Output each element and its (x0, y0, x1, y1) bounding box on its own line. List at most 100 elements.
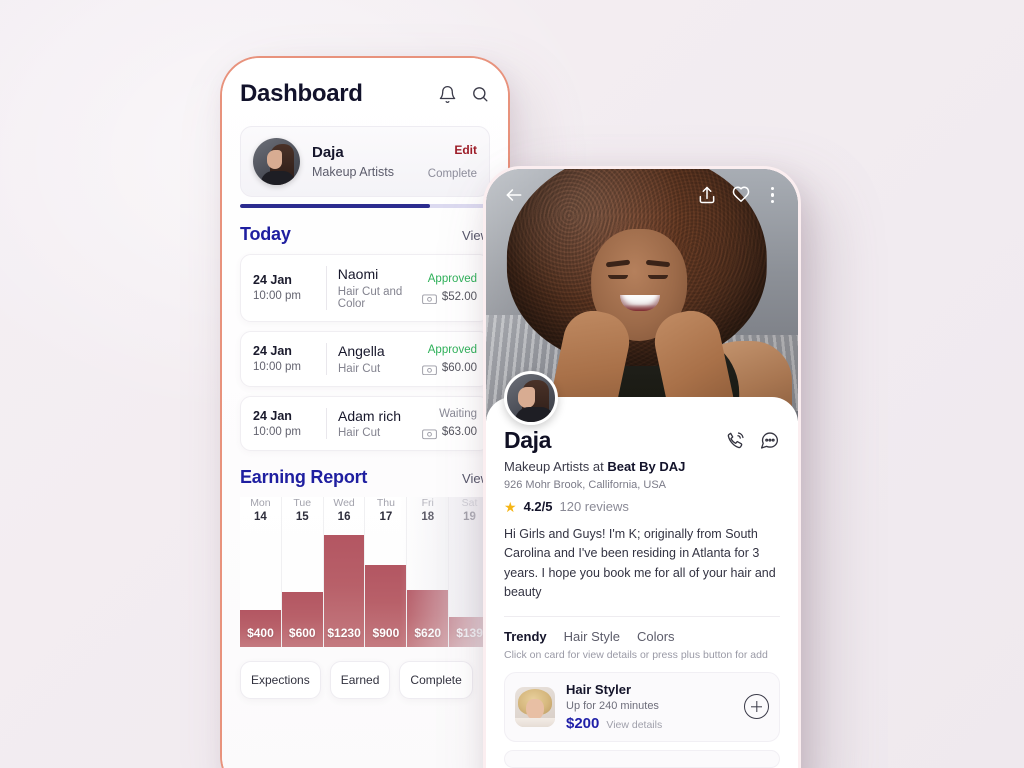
chart-date-label: 15 (295, 511, 309, 524)
chart-bar-value: $400 (247, 626, 274, 641)
table-row[interactable]: 24 Jan 10:00 pm Angella Hair Cut Approve… (240, 330, 490, 387)
bar-chart: Mon 14 $400 Tue 15 $600 Wed 16 $1230 Thu 17 $900 Fri… (240, 497, 490, 648)
service-title: Hair Styler (566, 681, 632, 697)
carousel-dot-2[interactable] (620, 405, 664, 409)
profile-actions: Edit Complete (428, 143, 477, 180)
profile-card[interactable]: Daja Makeup Artists Edit Complete (240, 126, 490, 197)
status-badge: Approved (427, 343, 477, 356)
search-icon[interactable] (471, 85, 490, 104)
appointment-date: 24 Jan (253, 273, 292, 288)
chart-bar-value: $1230 (327, 626, 361, 641)
chart-column: Thu 17 $900 (365, 497, 408, 648)
divider (326, 407, 327, 440)
appointment-time: 10:00 pm (253, 290, 301, 303)
tab-complete[interactable]: Complete (399, 661, 473, 700)
chart-bar-value: $620 (414, 626, 442, 641)
edit-button[interactable]: Edit (428, 143, 477, 157)
back-arrow-icon[interactable] (504, 185, 524, 205)
avatar-body (515, 407, 555, 422)
bottom-tabs: Expections Earned Complete (240, 661, 490, 700)
appointment-status-block: Approved $60.00 (421, 343, 477, 375)
appointment-status-block: Waiting $63.00 (421, 408, 477, 440)
chart-column: Wed 16 $1230 (323, 497, 366, 648)
avatar (253, 138, 300, 185)
profile-role-prefix: Makeup Artists at (504, 459, 608, 474)
appointment-date-block: 24 Jan 10:00 pm (253, 409, 315, 438)
carousel-dot-3[interactable] (671, 405, 715, 409)
profile-address: 926 Mohr Brook, Callifornia, USA (504, 479, 667, 491)
earning-title: Earning Report (240, 467, 368, 488)
page-title: Dashboard (240, 80, 363, 107)
chart-day-label: Fri (421, 497, 434, 510)
profile-bio: Hi Girls and Guys! I'm K; originally fro… (504, 525, 780, 617)
appointment-amount: $60.00 (441, 361, 477, 374)
table-row[interactable]: 24 Jan 10:00 pm Naomi Hair Cut and Color… (240, 254, 490, 322)
chart-bar: $600 (281, 592, 323, 648)
service-hint: Click on card for view details or press … (504, 648, 768, 661)
profile-salon: Beat By DAJ (607, 459, 686, 474)
profile-name-row: Daja (504, 427, 780, 454)
bell-icon[interactable] (438, 85, 457, 104)
appointment-amount: $52.00 (441, 290, 477, 303)
carousel-dot-1[interactable] (569, 405, 613, 409)
chart-column: Fri 18 $620 (407, 497, 450, 648)
appointment-date-block: 24 Jan 10:00 pm (253, 273, 315, 302)
complete-label: Complete (427, 168, 477, 180)
rating-value: 4.2/5 (523, 499, 553, 514)
avatar[interactable] (504, 371, 558, 425)
more-vertical-icon[interactable] (765, 185, 780, 205)
tab-colors[interactable]: Colors (637, 629, 675, 644)
table-row[interactable]: 24 Jan 10:00 pm Adam rich Hair Cut Waiti… (240, 395, 490, 452)
profile-role: Makeup Artists (312, 164, 394, 179)
phone-dashboard: Dashboard Daja Makeup Artists Edit Compl… (220, 56, 510, 768)
appointment-amount: $63.00 (441, 426, 477, 439)
chart-column-header: Fri 18 (407, 497, 448, 523)
today-section-header: Today View (240, 224, 490, 245)
chat-bubble-icon[interactable] (759, 430, 780, 451)
list-item[interactable]: Hair Styler Up for 240 minutes $200 View… (504, 671, 780, 742)
plus-circle-icon[interactable] (744, 694, 769, 719)
rating-row: ★ 4.2/5 120 reviews (504, 499, 780, 514)
divider (326, 342, 327, 375)
avatar-body (261, 171, 295, 185)
chart-bar-value: $600 (288, 626, 316, 641)
dashboard-screen: Dashboard Daja Makeup Artists Edit Compl… (222, 58, 508, 768)
chart-date-label: 16 (337, 511, 351, 524)
appointment-time: 10:00 pm (253, 425, 301, 438)
service-thumbnail (515, 686, 555, 727)
avatar-face (518, 387, 535, 408)
chart-date-label: 18 (421, 511, 435, 524)
share-icon[interactable] (697, 185, 717, 205)
appointment-list: 24 Jan 10:00 pm Naomi Hair Cut and Color… (240, 254, 490, 452)
service-duration: Up for 240 minutes (566, 699, 659, 712)
dot (770, 199, 774, 204)
profile-screen: Daja Makeup Artists at Beat By DAJ 926 M… (486, 169, 798, 768)
avatar-face (267, 150, 282, 169)
status-badge: Waiting (439, 408, 477, 421)
appointment-status-block: Approved $52.00 (421, 273, 477, 304)
phone-profile: Daja Makeup Artists at Beat By DAJ 926 M… (483, 166, 801, 768)
header-actions (438, 85, 490, 104)
chart-bar: $900 (365, 565, 407, 648)
service-tabs: Trendy Hair Style Colors (504, 629, 780, 644)
chart-day-label: Mon (250, 497, 271, 510)
profile-name: Daja (312, 144, 344, 162)
review-count: 120 reviews (559, 499, 629, 514)
heart-icon[interactable] (731, 185, 751, 205)
chart-column-header: Tue 15 (282, 497, 323, 523)
profile-role: Makeup Artists at Beat By DAJ (504, 459, 780, 474)
tab-expections[interactable]: Expections (240, 661, 321, 700)
appointment-client: Adam rich (338, 407, 402, 424)
tab-hair-style[interactable]: Hair Style (564, 629, 620, 644)
carousel-indicator[interactable] (569, 405, 715, 409)
view-details-link[interactable]: View details (606, 719, 662, 731)
tab-earned[interactable]: Earned (329, 661, 391, 700)
phone-call-icon[interactable] (725, 430, 746, 451)
chart-bar: $1230 (323, 535, 365, 648)
tab-trendy[interactable]: Trendy (504, 629, 547, 644)
thumb-base (515, 717, 555, 727)
list-item[interactable] (504, 749, 780, 768)
scene-background: Dashboard Daja Makeup Artists Edit Compl… (0, 0, 1024, 768)
chart-column-header: Mon 14 (240, 497, 281, 523)
money-icon (421, 291, 437, 304)
